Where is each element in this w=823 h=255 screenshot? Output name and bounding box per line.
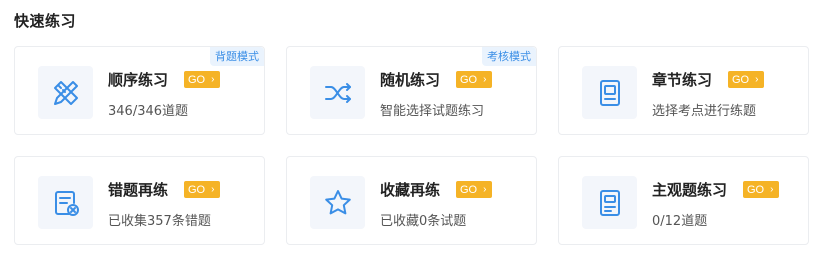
go-button[interactable]: GO › [456,71,492,88]
card-title: 错题再练 [108,181,169,199]
chevron-right-icon: › [211,74,215,85]
card-title: 随机练习 [380,71,441,89]
card-random-practice[interactable]: 考核模式 随机练习 GO › 智能选择试题练习 [286,46,537,135]
card-subtitle: 选择考点进行练题 [652,104,757,119]
chevron-right-icon: › [755,74,759,85]
go-button[interactable]: GO › [184,71,220,88]
subjective-doc-icon [582,176,637,229]
card-subtitle: 346/346道题 [108,104,189,119]
go-button[interactable]: GO › [728,71,764,88]
card-title: 主观题练习 [652,181,728,199]
star-icon [310,176,365,229]
card-title: 章节练习 [652,71,713,89]
chevron-right-icon: › [211,184,215,195]
chevron-right-icon: › [770,184,774,195]
card-title: 顺序练习 [108,71,169,89]
card-subjective-practice[interactable]: 主观题练习 GO › 0/12道题 [558,156,809,245]
card-favorite-practice[interactable]: 收藏再练 GO › 已收藏0条试题 [286,156,537,245]
pencil-ruler-icon [38,66,93,119]
chevron-right-icon: › [483,184,487,195]
chevron-right-icon: › [483,74,487,85]
go-button[interactable]: GO › [456,181,492,198]
chapter-book-icon [582,66,637,119]
card-wrong-practice[interactable]: 错题再练 GO › 已收集357条错题 [14,156,265,245]
mode-tag-recite: 背题模式 [210,47,264,66]
card-subtitle: 已收集357条错题 [108,214,211,229]
go-button[interactable]: GO › [184,181,220,198]
shuffle-icon [310,66,365,119]
card-subtitle: 已收藏0条试题 [380,214,467,229]
go-button[interactable]: GO › [743,181,779,198]
card-subtitle: 0/12道题 [652,214,708,229]
card-sequential-practice[interactable]: 背题模式 顺序练习 GO › 346/346道题 [14,46,265,135]
card-subtitle: 智能选择试题练习 [380,104,485,119]
wrong-doc-icon [38,176,93,229]
card-title: 收藏再练 [380,181,441,199]
mode-tag-assess: 考核模式 [482,47,536,66]
section-title: 快速练习 [14,12,77,30]
card-chapter-practice[interactable]: 章节练习 GO › 选择考点进行练题 [558,46,809,135]
